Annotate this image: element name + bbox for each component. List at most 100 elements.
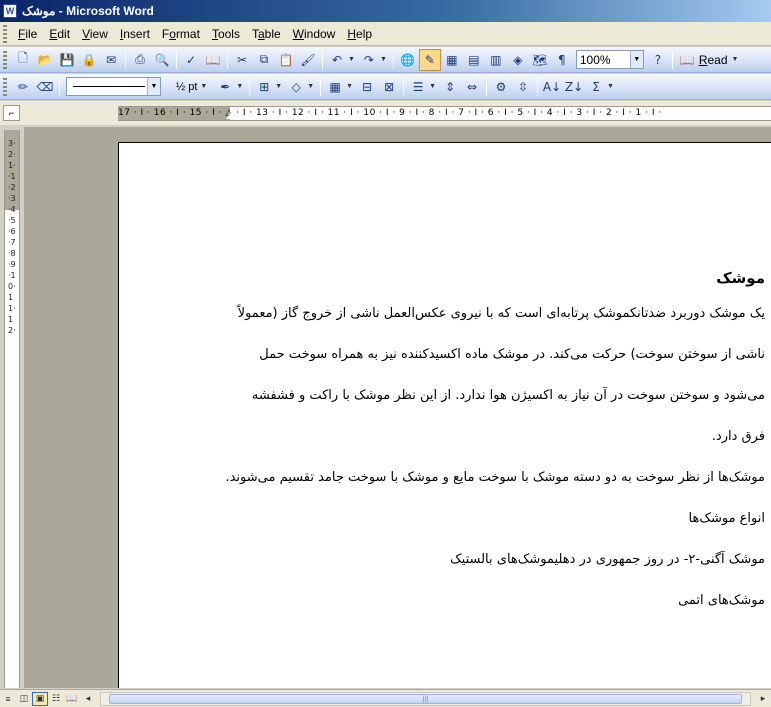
line-weight-value: ½ pt: [176, 80, 198, 93]
print-layout-icon[interactable]: ▣: [32, 691, 48, 706]
menu-edit[interactable]: Edit: [43, 24, 76, 44]
toolbar-grip-handle[interactable]: [3, 50, 7, 69]
view-scroll-bar: ≡ ◫ ▣ ☷ 📖 ◂ ||| ▸: [0, 689, 771, 707]
drawing-icon[interactable]: ◈: [507, 49, 529, 71]
split-cells-icon[interactable]: ⊠: [378, 76, 400, 98]
undo-icon[interactable]: ↶: [326, 49, 348, 71]
read-label: Read: [698, 52, 728, 67]
print-icon[interactable]: ⎙: [129, 49, 151, 71]
align-dropdown-icon[interactable]: ▼: [429, 83, 436, 90]
border-dropdown-icon[interactable]: ▼: [275, 83, 282, 90]
open-folder-icon[interactable]: 📂: [34, 49, 56, 71]
merge-cells-icon[interactable]: ⊟: [356, 76, 378, 98]
zoom-select[interactable]: 100% ▼: [575, 50, 644, 69]
scroll-left-icon[interactable]: ◂: [80, 692, 96, 706]
tables-borders-icon[interactable]: ✎: [418, 48, 441, 71]
chevron-down-icon[interactable]: ▼: [147, 78, 160, 95]
eraser-icon[interactable]: ⌫: [34, 76, 56, 98]
menu-file[interactable]: File: [12, 24, 43, 44]
autoformat-icon[interactable]: ⚙: [490, 76, 512, 98]
undo-dropdown-icon[interactable]: ▼: [348, 56, 355, 63]
spelling-icon[interactable]: ✓: [180, 49, 202, 71]
paragraph: موشک آگنی-۲- در روز جمهوری در دهلیموشک‌ه…: [450, 552, 765, 567]
menu-window[interactable]: Window: [287, 24, 342, 44]
vertical-ruler[interactable]: 3·2·1··1·2·3·4·5·6·7·8·9·10·11·12·: [4, 130, 20, 688]
paragraph: یک موشک دوربرد ضدتانکموشک پرتابه‌ای است …: [237, 306, 765, 444]
border-color-icon[interactable]: ✒: [214, 76, 236, 98]
chevron-down-icon[interactable]: ▼: [200, 83, 207, 90]
columns-icon[interactable]: ▥: [485, 49, 507, 71]
align-icon[interactable]: ☰: [407, 76, 429, 98]
indent-marker[interactable]: [226, 108, 236, 119]
read-button[interactable]: 📖 Read: [676, 53, 732, 67]
menu-view[interactable]: View: [76, 24, 114, 44]
horizontal-ruler[interactable]: 17 · I · 16 · I · 15 · I · △ · I · 13 · …: [118, 106, 771, 121]
print-preview-icon[interactable]: 🔍: [151, 49, 173, 71]
word-document-icon[interactable]: W: [3, 4, 17, 18]
tables-borders-toolbar: ✏ ⌫ ▼ ½ pt ▼ ✒ ▼ ⊞ ▼ ◇ ▼ ▦ ▼ ⊟ ⊠ ☰ ▼ ⇕ ⇔ ⚙ ⇳ …: [0, 74, 771, 100]
document-page[interactable]: موشک یک موشک دوربرد ضدتانکموشک پرتابه‌ای…: [118, 142, 771, 688]
paragraph: موشک‌ها از نظر سوخت به دو دسته موشک با س…: [225, 470, 765, 485]
distribute-columns-icon[interactable]: ⇔: [461, 76, 483, 98]
menu-insert[interactable]: Insert: [114, 24, 156, 44]
horizontal-scrollbar[interactable]: |||: [100, 691, 751, 706]
research-icon[interactable]: 📖: [202, 49, 224, 71]
toolbar-options-icon[interactable]: ▼: [607, 83, 614, 90]
web-layout-icon[interactable]: ◫: [16, 692, 32, 706]
email-icon[interactable]: ✉: [100, 49, 122, 71]
shading-dropdown-icon[interactable]: ▼: [307, 83, 314, 90]
autosum-icon[interactable]: Σ: [585, 76, 607, 98]
paragraph: انواع موشک‌ها: [688, 511, 765, 526]
line-weight-select[interactable]: ½ pt ▼: [172, 77, 214, 96]
line-style-preview: [73, 86, 145, 87]
toolbar-grip-handle[interactable]: [3, 24, 7, 43]
menu-table[interactable]: Table: [246, 24, 287, 44]
outline-view-icon[interactable]: ☷: [48, 692, 64, 706]
right-indent-marker[interactable]: [758, 108, 768, 119]
window-title: موشک - Microsoft Word: [22, 4, 154, 18]
shading-color-icon[interactable]: ◇: [285, 76, 307, 98]
new-document-icon[interactable]: 🗋: [12, 49, 34, 71]
save-icon[interactable]: 💾: [56, 49, 78, 71]
insert-table-icon[interactable]: ▦: [441, 49, 463, 71]
document-map-icon[interactable]: 🗺: [529, 49, 551, 71]
hyperlink-icon[interactable]: 🌐: [397, 49, 419, 71]
text-direction-icon[interactable]: ⇳: [512, 76, 534, 98]
menu-bar: File Edit View Insert Format Tools Table…: [0, 22, 771, 46]
toolbar-options-icon[interactable]: ▼: [732, 56, 739, 63]
help-icon[interactable]: ?: [647, 49, 669, 71]
outside-border-icon[interactable]: ⊞: [253, 76, 275, 98]
menu-tools[interactable]: Tools: [206, 24, 246, 44]
redo-icon[interactable]: ↷: [358, 49, 380, 71]
border-color-dropdown-icon[interactable]: ▼: [236, 83, 243, 90]
draw-table-icon[interactable]: ✏: [12, 76, 34, 98]
chevron-down-icon[interactable]: ▼: [629, 51, 643, 68]
cut-icon[interactable]: ✂: [231, 49, 253, 71]
tab-selector-icon[interactable]: ⌐: [3, 105, 20, 121]
sort-descending-icon[interactable]: Z↓: [563, 76, 585, 98]
document-body[interactable]: موشک یک موشک دوربرد ضدتانکموشک پرتابه‌ای…: [225, 263, 765, 621]
horizontal-ruler-row: ⌐ 17 · I · 16 · I · 15 · I · △ · I · 13 …: [0, 101, 771, 125]
distribute-rows-icon[interactable]: ⇕: [439, 76, 461, 98]
insert-table-icon[interactable]: ▦: [324, 76, 346, 98]
redo-dropdown-icon[interactable]: ▼: [380, 56, 387, 63]
permission-icon[interactable]: 🔒: [78, 49, 100, 71]
scroll-right-icon[interactable]: ▸: [755, 692, 771, 706]
scrollbar-thumb[interactable]: |||: [109, 693, 742, 704]
normal-view-icon[interactable]: ≡: [0, 692, 16, 706]
sort-ascending-icon[interactable]: A↓: [541, 76, 563, 98]
show-hide-icon[interactable]: ¶: [551, 49, 573, 71]
document-area: موشک یک موشک دوربرد ضدتانکموشک پرتابه‌ای…: [24, 127, 771, 688]
copy-icon[interactable]: ⧉: [253, 49, 275, 71]
insert-excel-icon[interactable]: ▤: [463, 49, 485, 71]
ruler-numbers: 17 · I · 16 · I · 15 · I · △ · I · 13 · …: [118, 108, 662, 118]
paste-icon[interactable]: 📋: [275, 49, 297, 71]
menu-format[interactable]: Format: [156, 24, 206, 44]
toolbar-grip-handle[interactable]: [3, 77, 7, 96]
menu-help[interactable]: Help: [341, 24, 378, 44]
reading-layout-icon[interactable]: 📖: [64, 692, 80, 706]
line-style-select[interactable]: ▼: [66, 77, 161, 96]
insert-table-dropdown-icon[interactable]: ▼: [346, 83, 353, 90]
format-painter-icon[interactable]: 🖌: [297, 49, 319, 71]
document-heading: موشک: [716, 269, 765, 287]
